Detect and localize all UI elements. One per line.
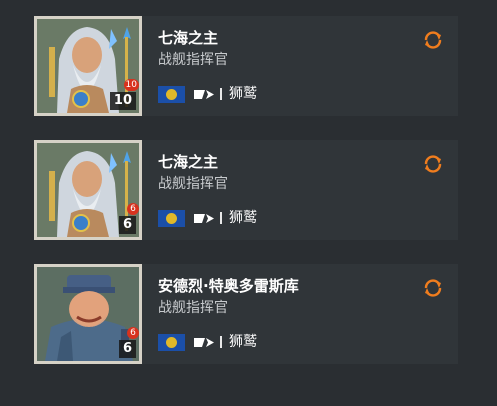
commander-portrait[interactable]: 6 6 (34, 264, 142, 364)
skill-points-badge: 6 (127, 327, 139, 339)
commander-name: 七海之主 (158, 29, 219, 47)
commander-role: 战舰指挥官 (158, 52, 228, 68)
commander-card[interactable]: 6 6 安德烈·特奥多雷斯库 战舰指挥官 狮鹫 (34, 264, 458, 364)
europe-flag-icon (158, 334, 185, 351)
swap-icon[interactable] (422, 153, 444, 175)
commander-role: 战舰指挥官 (158, 300, 228, 316)
skill-points-badge: 10 (123, 79, 139, 91)
europe-flag-icon (158, 86, 185, 103)
battleship-icon (194, 214, 214, 223)
skill-points-badge: 6 (127, 203, 139, 215)
commander-role: 战舰指挥官 (158, 176, 228, 192)
commander-level: 6 (118, 340, 136, 358)
battleship-icon (194, 338, 214, 347)
commander-portrait[interactable]: 10 10 (34, 16, 142, 116)
swap-icon[interactable] (422, 277, 444, 299)
battleship-icon (194, 90, 214, 99)
divider (220, 336, 222, 348)
swap-icon[interactable] (422, 29, 444, 51)
commander-portrait[interactable]: 6 6 (34, 140, 142, 240)
divider (220, 88, 222, 100)
ship-name: 狮鹫 (229, 334, 257, 350)
ship-name: 狮鹫 (229, 86, 257, 102)
europe-flag-icon (158, 210, 185, 227)
divider (220, 212, 222, 224)
ship-name: 狮鹫 (229, 210, 257, 226)
commander-level: 10 (109, 92, 136, 110)
commander-card[interactable]: 10 10 七海之主 战舰指挥官 狮鹫 (34, 16, 458, 116)
commander-card[interactable]: 6 6 七海之主 战舰指挥官 狮鹫 (34, 140, 458, 240)
commander-name: 七海之主 (158, 153, 219, 171)
commander-level: 6 (118, 216, 136, 234)
commander-name: 安德烈·特奥多雷斯库 (158, 277, 299, 295)
